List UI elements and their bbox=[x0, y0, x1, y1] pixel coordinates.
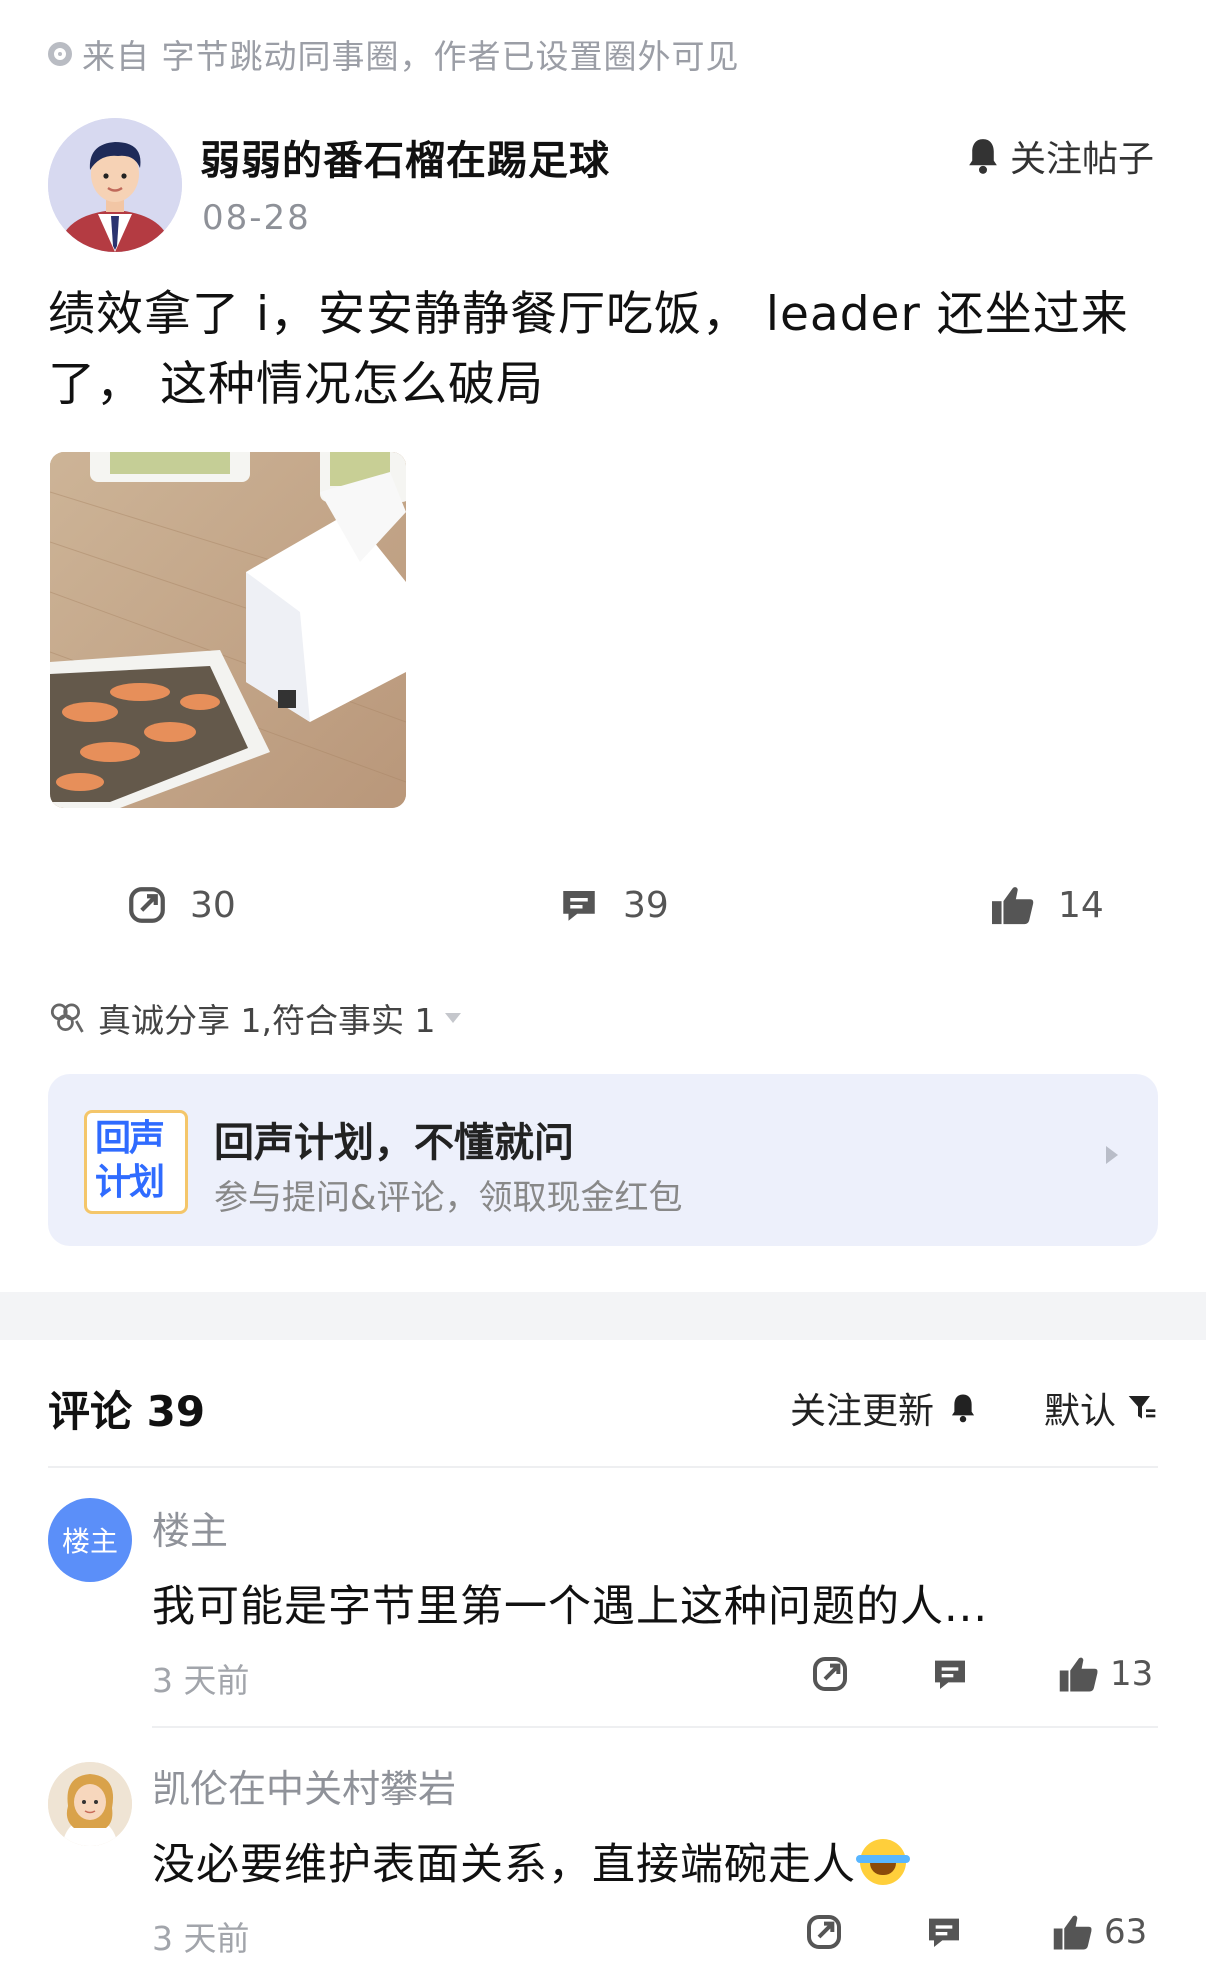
host-avatar-label: 楼主 bbox=[61, 1525, 118, 1558]
comment-time: 3 天前 bbox=[152, 1661, 250, 1700]
badge-line[interactable]: 真诚分享 1,符合事实 1 bbox=[48, 994, 462, 1042]
food-photo-image bbox=[50, 452, 406, 808]
post-date: 08-28 bbox=[202, 198, 311, 238]
share-icon bbox=[807, 1915, 841, 1949]
promo-subtitle: 参与提问&评论，领取现金红包 bbox=[214, 1178, 683, 1218]
clover-icon bbox=[50, 1003, 84, 1033]
comment-like-button[interactable]: 13 bbox=[1058, 1654, 1153, 1694]
chevron-right-icon bbox=[1106, 1146, 1118, 1164]
laugh-emoji-icon bbox=[856, 1839, 910, 1885]
circle-icon bbox=[48, 42, 72, 66]
share-icon bbox=[813, 1657, 847, 1691]
caret-down-icon bbox=[445, 1013, 462, 1023]
thumbs-up-icon bbox=[1053, 1915, 1092, 1950]
share-icon bbox=[129, 887, 165, 923]
author-name[interactable]: 弱弱的番石榴在踢足球 bbox=[200, 128, 610, 186]
comment-username[interactable]: 凯伦在中关村攀岩 bbox=[152, 1758, 456, 1813]
comment-icon bbox=[563, 891, 595, 921]
sort-label: 默认 bbox=[1044, 1391, 1117, 1432]
follow-updates-label: 关注更新 bbox=[790, 1391, 935, 1432]
author-avatar[interactable] bbox=[48, 118, 182, 252]
host-avatar[interactable]: 楼主 bbox=[48, 1498, 132, 1582]
like-count: 14 bbox=[1058, 884, 1104, 926]
follow-post-button[interactable]: 关注帖子 bbox=[964, 130, 1154, 182]
follow-post-label: 关注帖子 bbox=[1009, 139, 1154, 180]
comment-reply-button[interactable] bbox=[924, 1912, 964, 1952]
person-avatar-icon bbox=[48, 118, 182, 252]
share-count: 30 bbox=[190, 884, 236, 926]
comment-icon bbox=[935, 1660, 965, 1689]
comment-text: 没必要维护表面关系，直接端碗走人 bbox=[152, 1830, 910, 1892]
divider bbox=[152, 1726, 1158, 1728]
thumbs-up-icon bbox=[992, 887, 1034, 925]
sort-dropdown[interactable]: 默认 bbox=[1044, 1382, 1158, 1434]
post-body: 绩效拿了 i，安安静静餐厅吃饭， leader 还坐过来了， 这种情况怎么破局 bbox=[48, 287, 1129, 412]
promo-title: 回声计划，不懂就问 bbox=[214, 1120, 574, 1166]
promo-logo-text: 回声计划 bbox=[95, 1118, 165, 1203]
commenter-avatar[interactable] bbox=[48, 1762, 132, 1846]
promo-card[interactable]: 回声计划 回声计划，不懂就问 参与提问&评论，领取现金红包 bbox=[48, 1074, 1158, 1246]
comment-username[interactable]: 楼主 bbox=[152, 1500, 228, 1555]
comment-reply-button[interactable] bbox=[930, 1654, 970, 1694]
share-button[interactable]: 30 bbox=[126, 884, 236, 926]
source-line: 来自 字节跳动同事圈，作者已设置圈外可见 bbox=[48, 30, 740, 78]
comment-time: 3 天前 bbox=[152, 1919, 250, 1958]
girl-avatar-icon bbox=[48, 1762, 132, 1846]
section-divider bbox=[0, 1292, 1206, 1340]
comment-like-count: 13 bbox=[1110, 1654, 1154, 1694]
bell-icon bbox=[969, 139, 997, 174]
comment-share-button[interactable] bbox=[810, 1654, 850, 1694]
post-image[interactable] bbox=[50, 452, 406, 808]
divider bbox=[48, 1466, 1158, 1468]
promo-logo: 回声计划 bbox=[84, 1110, 188, 1214]
source-text: 来自 字节跳动同事圈，作者已设置圈外可见 bbox=[82, 37, 740, 76]
bell-icon bbox=[951, 1394, 975, 1423]
comments-title: 评论 39 bbox=[48, 1387, 206, 1436]
comment-icon bbox=[929, 1918, 959, 1947]
thumbs-up-icon bbox=[1059, 1657, 1098, 1692]
badge-text: 真诚分享 1,符合事实 1 bbox=[98, 1001, 436, 1040]
comment-button[interactable]: 39 bbox=[557, 884, 669, 926]
comment-share-button[interactable] bbox=[804, 1912, 844, 1952]
comment-text: 我可能是字节里第一个遇上这种问题的人... bbox=[152, 1582, 989, 1632]
comment-count: 39 bbox=[623, 884, 669, 926]
follow-updates-button[interactable]: 关注更新 bbox=[790, 1382, 978, 1434]
comment-like-button[interactable]: 63 bbox=[1052, 1912, 1147, 1952]
filter-icon bbox=[1128, 1396, 1156, 1419]
comment-like-count: 63 bbox=[1104, 1912, 1148, 1952]
comment-text-content: 没必要维护表面关系，直接端碗走人 bbox=[152, 1840, 856, 1890]
like-button[interactable]: 14 bbox=[990, 884, 1104, 926]
